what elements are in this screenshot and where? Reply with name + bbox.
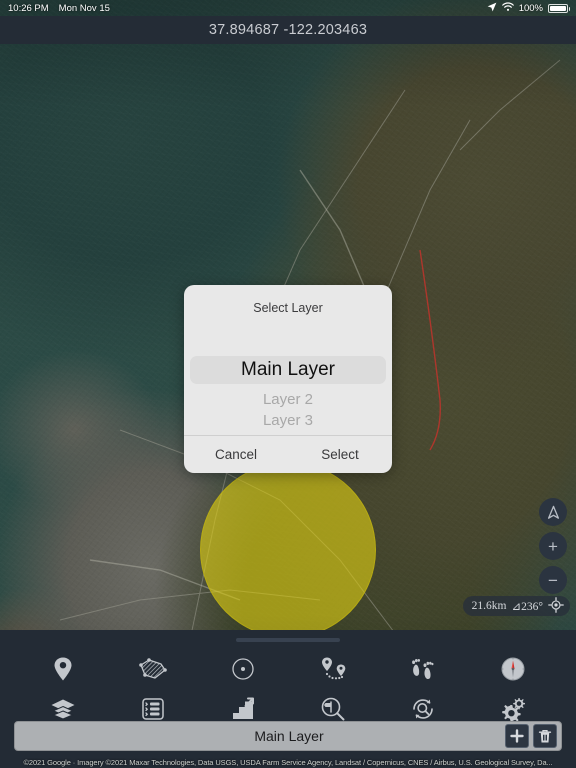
wifi-icon <box>501 1 514 15</box>
dialog-actions: Cancel Select <box>184 435 392 473</box>
route-pins-icon <box>322 657 346 680</box>
battery-full-icon <box>548 3 570 13</box>
plus-icon: + <box>548 536 558 556</box>
polygon-icon <box>139 658 167 679</box>
map-controls-group: + − <box>539 498 567 594</box>
picker-option-layer-3[interactable]: Layer 3 <box>184 410 392 431</box>
delete-layer-button[interactable] <box>533 724 557 748</box>
coordinate-header-bar[interactable]: 37.894687 -122.203463 <box>0 16 576 44</box>
minus-icon: − <box>548 570 558 590</box>
plus-icon <box>510 729 524 743</box>
polygon-shape-tool[interactable] <box>136 652 170 686</box>
marker-pin-tool[interactable] <box>46 652 80 686</box>
trash-icon <box>538 729 552 742</box>
zoom-in-button[interactable]: + <box>539 532 567 560</box>
search-signpost-icon <box>321 697 345 721</box>
panel-drag-handle[interactable] <box>236 638 340 642</box>
compass-north-icon <box>547 505 559 519</box>
gears-icon <box>502 698 525 722</box>
circle-radius-tool[interactable] <box>226 652 260 686</box>
current-layer-bar[interactable]: Main Layer <box>14 721 562 751</box>
scale-bearing: ⊿236° <box>511 601 544 613</box>
crosshair-target-icon[interactable] <box>548 596 564 616</box>
cancel-button[interactable]: Cancel <box>184 436 288 473</box>
route-path-tool[interactable] <box>316 652 350 686</box>
elevation-stairs-icon <box>233 697 254 719</box>
circle-radius-icon <box>232 658 254 680</box>
search-refresh-icon <box>413 699 433 719</box>
footprints-icon <box>412 659 434 680</box>
scale-and-bearing-indicator[interactable]: 21.6km ⊿236° <box>462 596 570 616</box>
compass-north-button[interactable] <box>539 498 567 526</box>
current-layer-label: Main Layer <box>254 728 324 744</box>
status-time: 10:26 PM <box>8 2 49 14</box>
select-layer-dialog: Select Layer Main Layer Layer 2 Layer 3 … <box>184 285 392 473</box>
status-bar: 10:26 PM Mon Nov 15 100% <box>0 0 576 16</box>
status-bar-left: 10:26 PM Mon Nov 15 <box>8 3 110 14</box>
add-layer-button[interactable] <box>505 724 529 748</box>
coordinate-readout: 37.894687 -122.203463 <box>208 22 368 38</box>
status-date: Mon Nov 15 <box>58 2 110 14</box>
picker-option-main-layer[interactable]: Main Layer <box>190 356 386 384</box>
app-root: 10:26 PM Mon Nov 15 100% 37.894687 -122.… <box>0 0 576 768</box>
select-button[interactable]: Select <box>288 436 392 473</box>
zoom-out-button[interactable]: − <box>539 566 567 594</box>
dialog-title: Select Layer <box>253 301 323 315</box>
status-bar-right: 100% <box>487 1 570 15</box>
map-pin-icon <box>54 657 72 681</box>
tool-icon-grid <box>0 649 576 729</box>
list-icon <box>142 698 164 720</box>
footprints-track-tool[interactable] <box>406 652 440 686</box>
layer-picker-wheel[interactable]: Main Layer Layer 2 Layer 3 <box>184 315 392 435</box>
compass-tool[interactable] <box>496 652 530 686</box>
layers-icon <box>51 699 75 720</box>
compass-icon <box>501 657 525 681</box>
picker-option-layer-2[interactable]: Layer 2 <box>184 389 392 410</box>
layer-bar-actions <box>505 724 561 748</box>
scale-distance: 21.6km <box>471 600 507 612</box>
map-attribution: ©2021 Google · Imagery ©2021 Maxar Techn… <box>23 758 553 767</box>
battery-percent-label: 100% <box>518 2 543 14</box>
location-arrow-icon <box>487 2 497 15</box>
